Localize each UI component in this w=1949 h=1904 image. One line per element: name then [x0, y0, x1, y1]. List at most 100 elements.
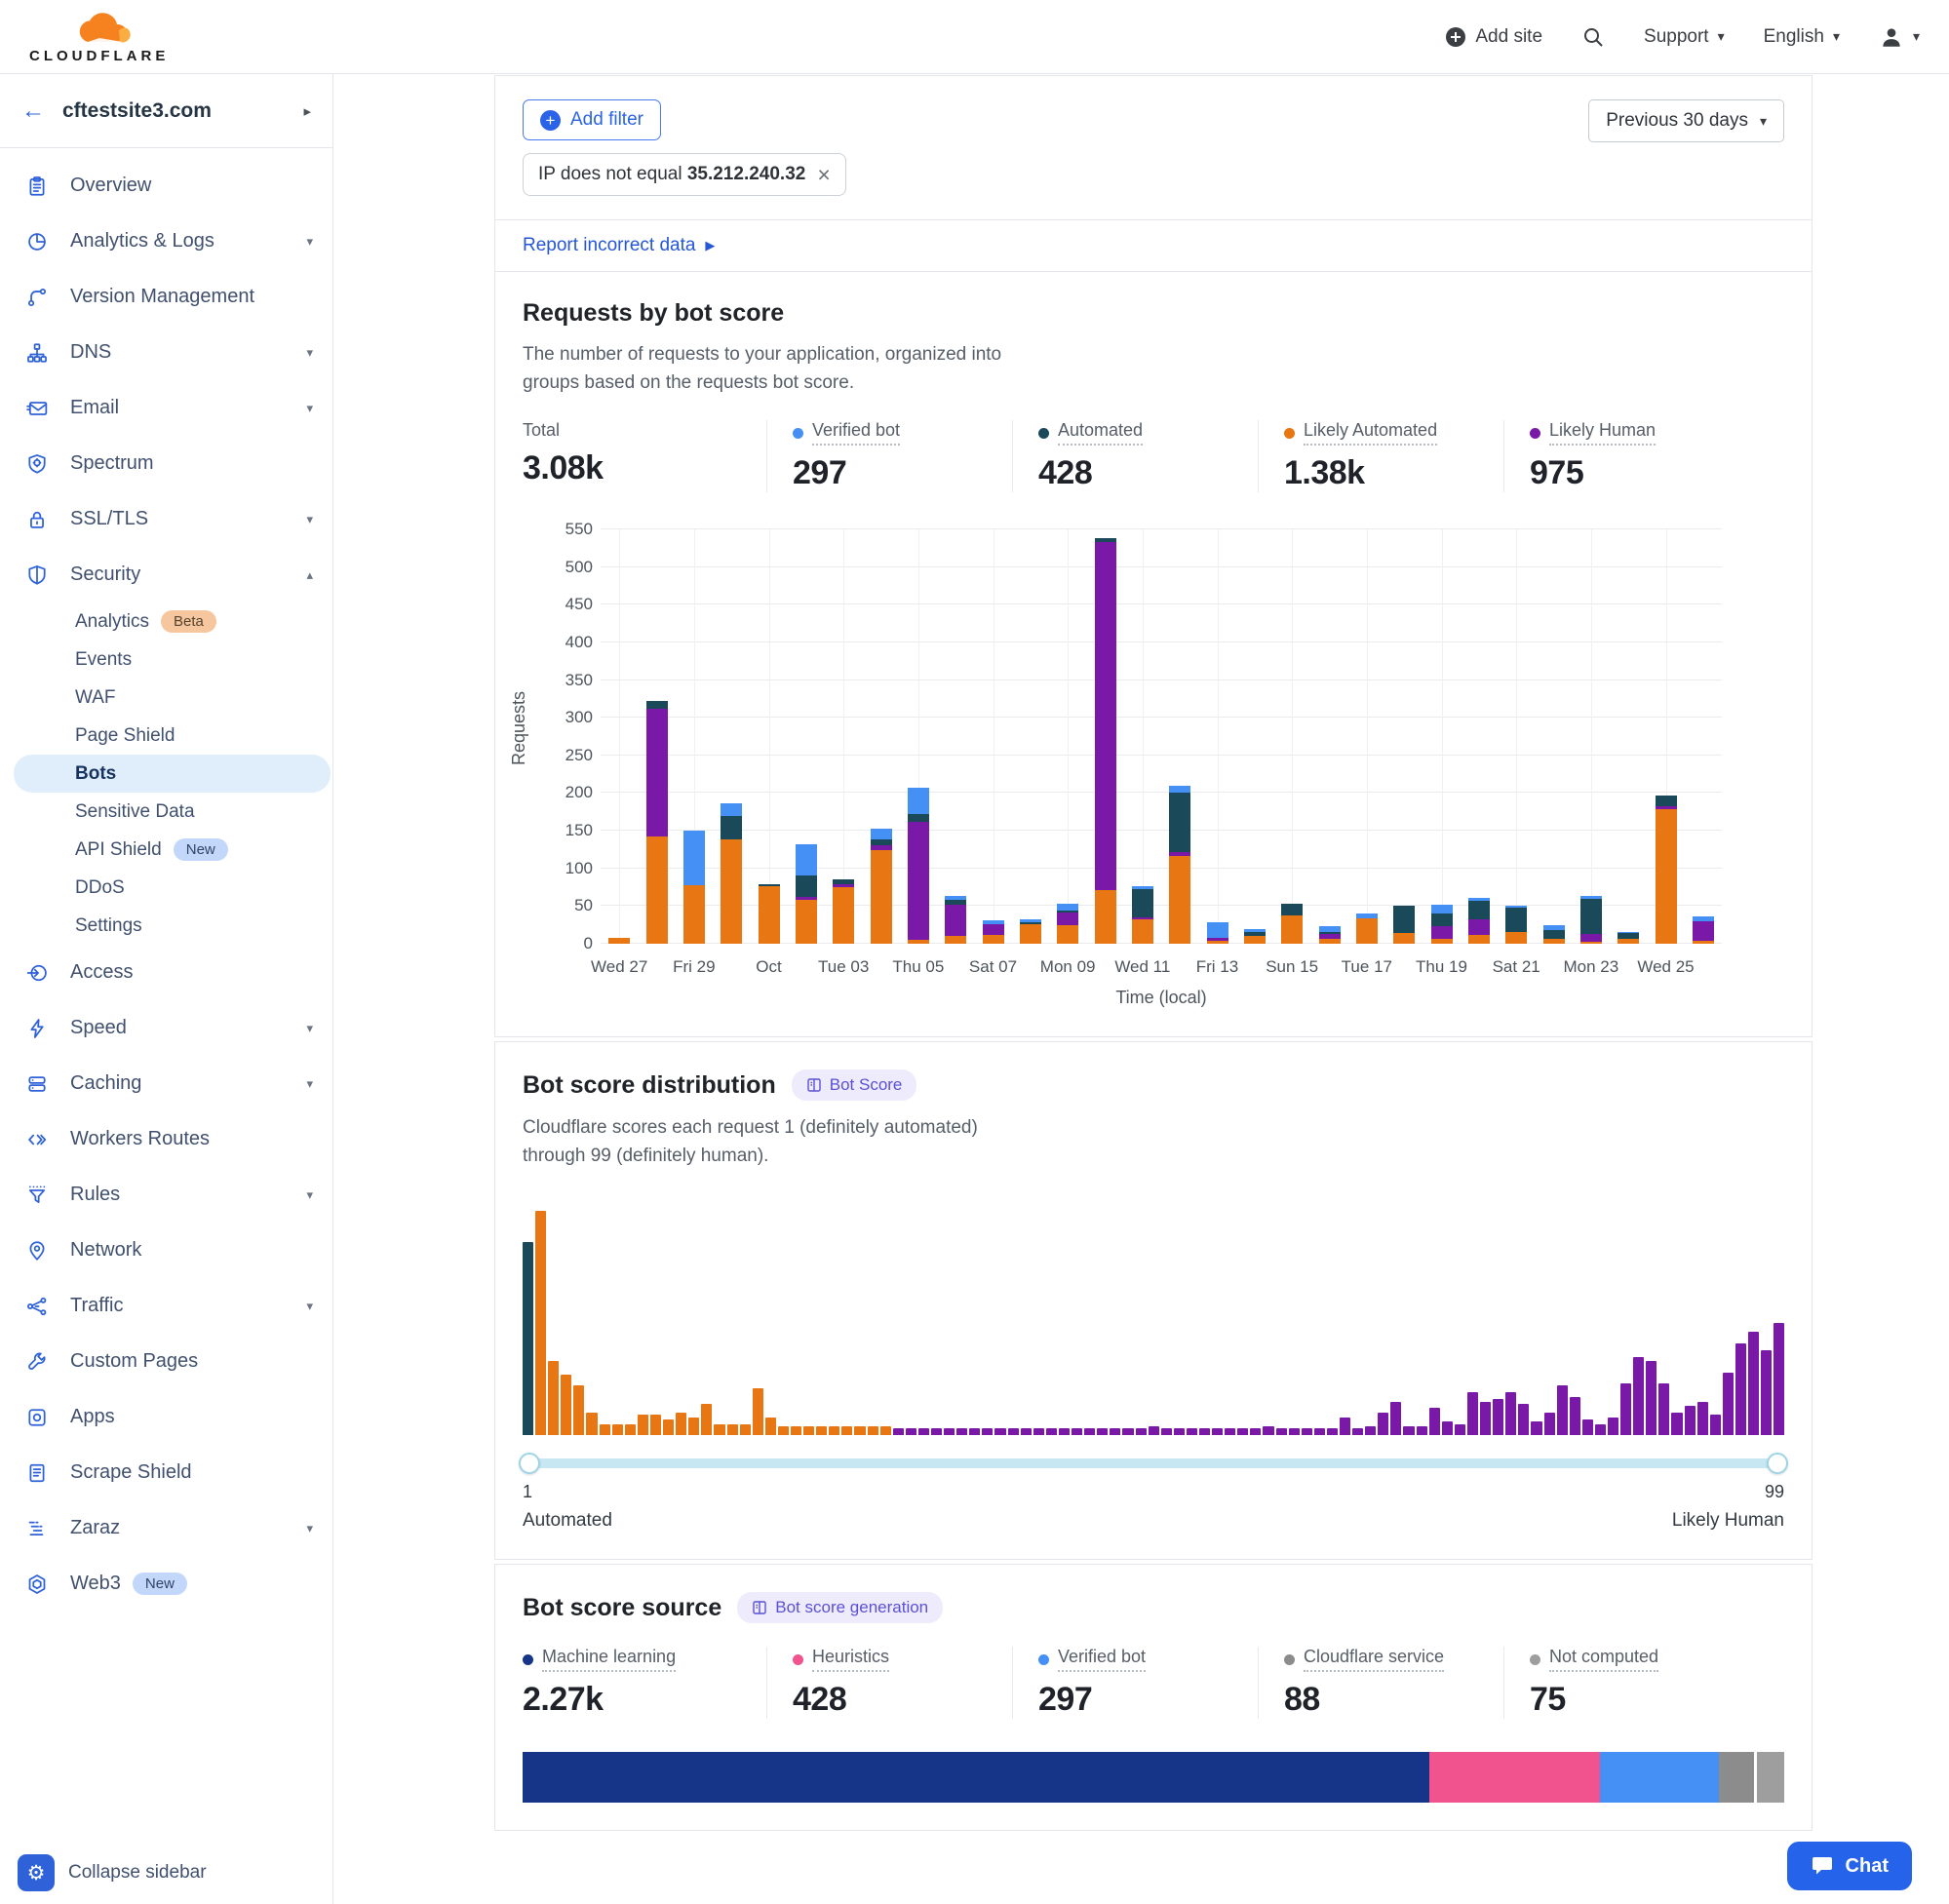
histogram-bar-score-71[interactable] [1417, 1426, 1427, 1435]
histogram-bar-score-93[interactable] [1697, 1402, 1708, 1436]
sidebar-item-workers-routes[interactable]: Workers Routes [0, 1111, 332, 1167]
histogram-bar-score-78[interactable] [1505, 1392, 1516, 1435]
histogram-bar-score-30[interactable] [893, 1428, 904, 1435]
sidebar-item-analytics-logs[interactable]: Analytics & Logs▾ [0, 214, 332, 269]
histogram-bar-score-73[interactable] [1442, 1421, 1453, 1435]
histogram-bar-score-84[interactable] [1582, 1419, 1593, 1435]
stacked-bar[interactable] [983, 529, 1004, 944]
histogram-bar-score-16[interactable] [714, 1424, 724, 1436]
site-switcher-caret-icon[interactable]: ▸ [303, 102, 311, 120]
histogram-bar-score-14[interactable] [688, 1418, 699, 1435]
histogram-bar-score-34[interactable] [944, 1428, 955, 1435]
histogram-bar-score-40[interactable] [1021, 1428, 1032, 1435]
sidebar-subitem-api-shield[interactable]: API ShieldNew [0, 831, 332, 869]
stacked-bar[interactable] [608, 529, 630, 944]
histogram-bar-score-23[interactable] [803, 1426, 814, 1435]
histogram-bar-score-90[interactable] [1658, 1383, 1669, 1435]
bot-score-generation-badge[interactable]: Bot score generation [737, 1592, 943, 1623]
histogram-bar-score-20[interactable] [765, 1418, 776, 1435]
histogram-bar-score-50[interactable] [1149, 1426, 1159, 1435]
histogram-bar-score-65[interactable] [1340, 1418, 1350, 1435]
histogram-bar-score-45[interactable] [1084, 1428, 1095, 1435]
source-segment-machine-learning[interactable] [523, 1752, 1429, 1803]
sidebar-item-email[interactable]: Email▾ [0, 380, 332, 436]
remove-filter-icon[interactable]: × [817, 166, 830, 183]
histogram-bar-score-76[interactable] [1480, 1402, 1491, 1436]
histogram-bar-score-88[interactable] [1633, 1357, 1644, 1436]
histogram-bar-score-42[interactable] [1046, 1428, 1057, 1435]
stacked-bar[interactable] [1244, 529, 1266, 944]
histogram-bar-score-47[interactable] [1110, 1428, 1120, 1435]
histogram-bar-score-59[interactable] [1263, 1426, 1273, 1435]
histogram-bar-score-12[interactable] [663, 1419, 674, 1435]
account-menu[interactable]: ▾ [1879, 24, 1920, 50]
slider-handle-min[interactable] [519, 1453, 540, 1474]
histogram-bar-score-24[interactable] [816, 1426, 827, 1435]
search-button[interactable] [1581, 25, 1605, 49]
sidebar-item-security[interactable]: Security▴ [0, 547, 332, 602]
histogram-bar-score-57[interactable] [1237, 1428, 1248, 1435]
stacked-bar[interactable] [1095, 529, 1116, 944]
add-filter-button[interactable]: + Add filter [523, 99, 661, 140]
histogram-bar-score-39[interactable] [1008, 1428, 1019, 1435]
sidebar-item-overview[interactable]: Overview [0, 158, 332, 214]
stacked-bar[interactable] [1057, 529, 1078, 944]
histogram-bar-score-2[interactable] [535, 1211, 546, 1435]
sidebar-subitem-bots[interactable]: Bots [14, 755, 331, 793]
histogram-bar-score-49[interactable] [1136, 1428, 1147, 1435]
histogram-bar-score-3[interactable] [548, 1361, 559, 1435]
histogram-bar-score-81[interactable] [1544, 1413, 1555, 1435]
stacked-bar[interactable] [1543, 529, 1565, 944]
sidebar-item-access[interactable]: Access [0, 945, 332, 1000]
language-menu[interactable]: English ▾ [1764, 26, 1840, 48]
stacked-bar[interactable] [908, 529, 929, 944]
histogram-bar-score-21[interactable] [778, 1426, 789, 1435]
histogram-bar-score-13[interactable] [676, 1413, 686, 1435]
histogram-bar-score-91[interactable] [1671, 1413, 1682, 1435]
stat-label[interactable]: Verified bot [1058, 1647, 1146, 1672]
histogram-bar-score-9[interactable] [625, 1424, 636, 1436]
slider-track[interactable] [523, 1458, 1784, 1468]
stacked-bar[interactable] [945, 529, 966, 944]
sidebar-item-version-management[interactable]: Version Management [0, 269, 332, 325]
stat-label[interactable]: Likely Human [1549, 420, 1656, 446]
histogram-bar-score-56[interactable] [1225, 1428, 1235, 1435]
stacked-bar[interactable] [683, 529, 705, 944]
source-segment-not-computed[interactable] [1754, 1752, 1784, 1803]
stacked-bar[interactable] [1132, 529, 1153, 944]
histogram-bar-score-96[interactable] [1735, 1343, 1746, 1435]
report-incorrect-data-link[interactable]: Report incorrect data [523, 235, 695, 256]
sidebar-subitem-events[interactable]: Events [0, 641, 332, 679]
slider-handle-max[interactable] [1767, 1453, 1788, 1474]
histogram-bar-score-95[interactable] [1723, 1373, 1734, 1435]
histogram-bar-score-51[interactable] [1161, 1428, 1172, 1435]
stacked-bar[interactable] [1618, 529, 1639, 944]
sidebar-subitem-waf[interactable]: WAF [0, 679, 332, 717]
histogram-bar-score-55[interactable] [1212, 1428, 1223, 1435]
histogram-bar-score-60[interactable] [1276, 1428, 1287, 1435]
histogram-bar-score-68[interactable] [1378, 1413, 1388, 1435]
histogram-bar-score-52[interactable] [1174, 1428, 1185, 1435]
histogram-bar-score-79[interactable] [1518, 1404, 1529, 1435]
histogram-bar-score-29[interactable] [880, 1426, 891, 1435]
sidebar-item-caching[interactable]: Caching▾ [0, 1056, 332, 1111]
histogram-bar-score-53[interactable] [1187, 1428, 1197, 1435]
histogram-bar-score-72[interactable] [1429, 1408, 1440, 1435]
stat-label[interactable]: Not computed [1549, 1647, 1658, 1672]
histogram-bar-score-44[interactable] [1072, 1428, 1082, 1435]
stacked-bar[interactable] [833, 529, 854, 944]
histogram-bar-score-38[interactable] [994, 1428, 1005, 1435]
histogram-bar-score-46[interactable] [1097, 1428, 1108, 1435]
stacked-bar[interactable] [796, 529, 817, 944]
source-segment-cloudflare-service[interactable] [1719, 1752, 1754, 1803]
stacked-bar[interactable] [721, 529, 742, 944]
histogram-bar-score-54[interactable] [1199, 1428, 1210, 1435]
histogram-bar-score-48[interactable] [1122, 1428, 1133, 1435]
stacked-bar[interactable] [1169, 529, 1190, 944]
histogram-bar-score-64[interactable] [1327, 1428, 1338, 1435]
histogram-bar-score-18[interactable] [740, 1424, 751, 1436]
histogram-bar-score-82[interactable] [1557, 1385, 1568, 1435]
sidebar-subitem-settings[interactable]: Settings [0, 907, 332, 945]
stacked-bar[interactable] [1468, 529, 1490, 944]
histogram-bar-score-83[interactable] [1570, 1397, 1580, 1435]
